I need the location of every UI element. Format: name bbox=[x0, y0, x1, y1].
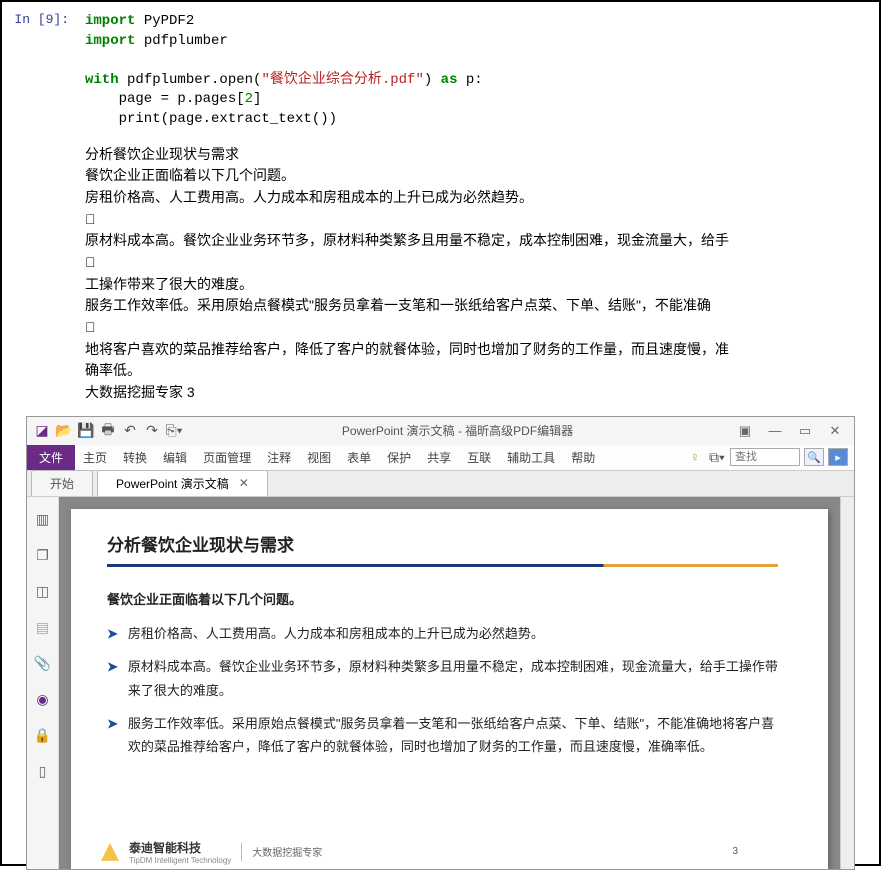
search-input[interactable] bbox=[730, 448, 800, 466]
tab-start[interactable]: 开始 bbox=[31, 470, 93, 496]
tab-start-label: 开始 bbox=[50, 475, 74, 492]
minimize-button[interactable]: — bbox=[762, 423, 788, 438]
open-icon[interactable]: 📂 bbox=[55, 422, 73, 440]
expand-button[interactable]: ▸ bbox=[828, 448, 848, 466]
menu-9[interactable]: 互联 bbox=[459, 445, 499, 470]
vertical-scrollbar[interactable] bbox=[840, 497, 854, 869]
ribbon-toggle-icon[interactable]: ▣ bbox=[732, 423, 758, 439]
bullet-marker-icon: ➤ bbox=[107, 622, 118, 645]
signatures-panel-icon[interactable]: ◉ bbox=[34, 691, 52, 709]
attachments-panel-icon[interactable]: 📎 bbox=[34, 655, 52, 673]
search-button[interactable]: 🔍 bbox=[804, 448, 824, 466]
brand-logo-icon bbox=[101, 843, 119, 861]
redo-icon[interactable]: ↷ bbox=[143, 422, 161, 440]
left-rail: ▥ ❐ ◫ ▤ 📎 ◉ 🔒 ▯ bbox=[27, 497, 59, 869]
file-menu[interactable]: 文件 bbox=[27, 445, 75, 470]
cell-prompt: In [9]: bbox=[2, 8, 77, 134]
bulb-icon[interactable]: ♀ bbox=[686, 448, 704, 466]
dropdown-icon[interactable]: ⎘▾ bbox=[165, 422, 183, 440]
menu-1[interactable]: 转换 bbox=[115, 445, 155, 470]
slide-title: 分析餐饮企业现状与需求 bbox=[107, 531, 778, 556]
bullet-marker-icon: ➤ bbox=[107, 655, 118, 702]
more-panel-icon[interactable]: ▯ bbox=[34, 763, 52, 781]
bullet-text: 服务工作效率低。采用原始点餐模式"服务员拿着一支笔和一张纸给客户点菜、下单、结账… bbox=[128, 712, 778, 759]
pdf-editor-window: ◪ 📂 💾 🖶 ↶ ↷ ⎘▾ PowerPoint 演示文稿 - 福昕高级PDF… bbox=[26, 416, 855, 870]
page-number: 3 bbox=[732, 846, 738, 857]
menu-11[interactable]: 帮助 bbox=[563, 445, 603, 470]
save-icon[interactable]: 💾 bbox=[77, 422, 95, 440]
bullet-text: 房租价格高、人工费用高。人力成本和房租成本的上升已成为必然趋势。 bbox=[128, 622, 544, 645]
comments-panel-icon[interactable]: ▤ bbox=[34, 619, 52, 637]
bullet-marker-icon: ➤ bbox=[107, 712, 118, 759]
cell-output: 分析餐饮企业现状与需求 餐饮企业正面临着以下几个问题。 房租价格高、人工费用高。… bbox=[2, 140, 879, 408]
menu-6[interactable]: 表单 bbox=[339, 445, 379, 470]
document-tabstrip: 开始 PowerPoint 演示文稿 ✕ bbox=[27, 471, 854, 497]
slide-bullet: ➤原材料成本高。餐饮企业业务环节多，原材料种类繁多且用量不稳定，成本控制困难，现… bbox=[107, 655, 778, 702]
bookmarks-panel-icon[interactable]: ❐ bbox=[34, 547, 52, 565]
menu-2[interactable]: 编辑 bbox=[155, 445, 195, 470]
menu-8[interactable]: 共享 bbox=[419, 445, 459, 470]
tab-document-label: PowerPoint 演示文稿 bbox=[116, 475, 229, 492]
window-title: PowerPoint 演示文稿 - 福昕高级PDF编辑器 bbox=[187, 422, 728, 439]
maximize-button[interactable]: ▭ bbox=[792, 423, 818, 439]
menu-3[interactable]: 页面管理 bbox=[195, 445, 259, 470]
code-input[interactable]: import PyPDF2import pdfplumber with pdfp… bbox=[77, 8, 879, 134]
close-button[interactable]: ✕ bbox=[822, 423, 848, 439]
slide-lead: 餐饮企业正面临着以下几个问题。 bbox=[107, 589, 778, 608]
scan-icon[interactable]: ⧉▾ bbox=[708, 448, 726, 466]
menu-10[interactable]: 辅助工具 bbox=[499, 445, 563, 470]
bullet-text: 原材料成本高。餐饮企业业务环节多，原材料种类繁多且用量不稳定，成本控制困难，现金… bbox=[128, 655, 778, 702]
slide-tagline: 大数据挖掘专家 bbox=[252, 844, 322, 859]
slide-bullet: ➤ 房租价格高、人工费用高。人力成本和房租成本的上升已成为必然趋势。 bbox=[107, 622, 778, 645]
undo-icon[interactable]: ↶ bbox=[121, 422, 139, 440]
tab-document[interactable]: PowerPoint 演示文稿 ✕ bbox=[97, 470, 268, 496]
pdf-page: 分析餐饮企业现状与需求 餐饮企业正面临着以下几个问题。 ➤ 房租价格高、人工费用高… bbox=[71, 509, 828, 869]
notebook-cell: In [9]: import PyPDF2import pdfplumber w… bbox=[2, 2, 879, 140]
menu-0[interactable]: 主页 bbox=[75, 445, 115, 470]
pages-panel-icon[interactable]: ▥ bbox=[34, 511, 52, 529]
menu-5[interactable]: 视图 bbox=[299, 445, 339, 470]
slide-bullet: ➤服务工作效率低。采用原始点餐模式"服务员拿着一支笔和一张纸给客户点菜、下单、结… bbox=[107, 712, 778, 759]
security-panel-icon[interactable]: 🔒 bbox=[34, 727, 52, 745]
menubar: 文件 主页转换编辑页面管理注释视图表单保护共享互联辅助工具帮助 ♀ ⧉▾ 🔍 ▸ bbox=[27, 445, 854, 471]
layers-panel-icon[interactable]: ◫ bbox=[34, 583, 52, 601]
app-icon: ◪ bbox=[33, 422, 51, 440]
footer-divider bbox=[241, 843, 242, 861]
slide-footer: 泰迪智能科技 TipDM Intelligent Technology 大数据挖… bbox=[101, 839, 798, 865]
tab-close-icon[interactable]: ✕ bbox=[239, 476, 249, 490]
brand-subtitle: TipDM Intelligent Technology bbox=[129, 856, 231, 865]
menu-7[interactable]: 保护 bbox=[379, 445, 419, 470]
app-body: ▥ ❐ ◫ ▤ 📎 ◉ 🔒 ▯ 分析餐饮企业现状与需求 餐饮企业正面临着以下几个… bbox=[27, 497, 854, 869]
accent-line bbox=[107, 564, 778, 567]
titlebar: ◪ 📂 💾 🖶 ↶ ↷ ⎘▾ PowerPoint 演示文稿 - 福昕高级PDF… bbox=[27, 417, 854, 445]
document-viewport[interactable]: 分析餐饮企业现状与需求 餐饮企业正面临着以下几个问题。 ➤ 房租价格高、人工费用高… bbox=[59, 497, 840, 869]
print-icon[interactable]: 🖶 bbox=[99, 422, 117, 440]
brand-name: 泰迪智能科技 bbox=[129, 839, 231, 856]
menu-4[interactable]: 注释 bbox=[259, 445, 299, 470]
